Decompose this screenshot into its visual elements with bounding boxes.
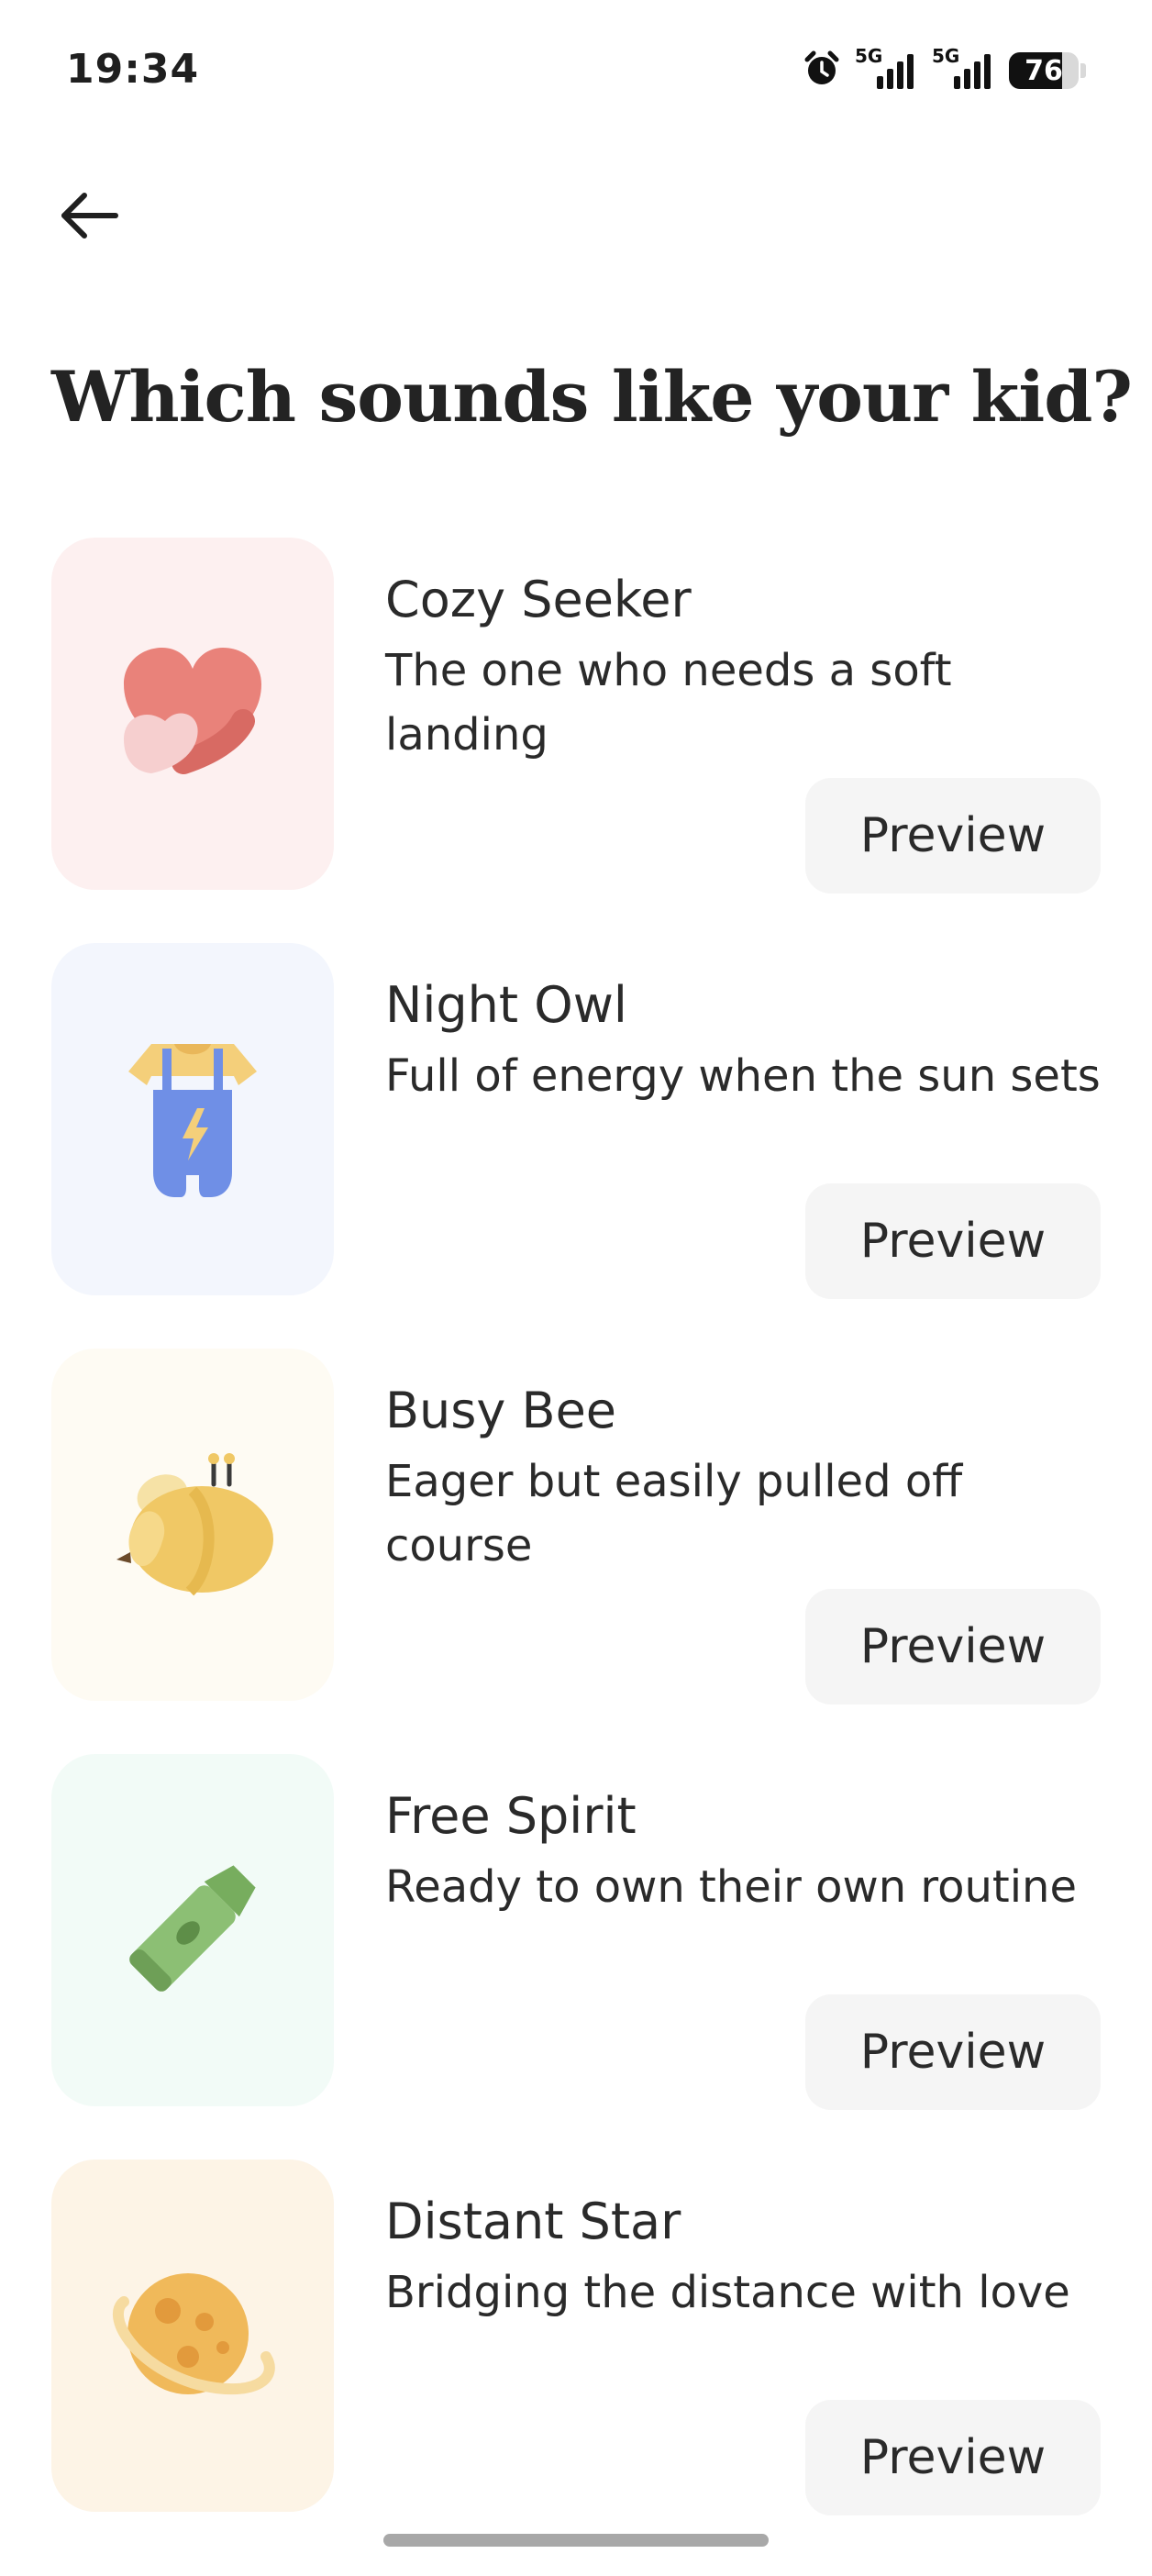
crayon-icon [115,1850,271,2010]
profile-title: Night Owl [385,976,627,1034]
overalls-icon [124,1030,261,1208]
profile-card-cozy-seeker[interactable]: Cozy Seeker The one who needs a soft lan… [51,538,1101,894]
battery-icon: 76 [1009,51,1086,90]
status-bar: 19:34 5G 5G 76 [0,0,1152,147]
profile-title: Busy Bee [385,1382,617,1439]
battery-level: 76 [1025,54,1063,87]
planet-icon [105,2256,280,2415]
preview-button[interactable]: Preview [805,1994,1101,2110]
profile-thumbnail [51,1349,334,1701]
profile-title: Cozy Seeker [385,571,692,628]
page-title: Which sounds like your kid? [51,356,1133,438]
profile-thumbnail [51,1754,334,2106]
preview-button[interactable]: Preview [805,1183,1101,1299]
back-button[interactable] [48,176,130,259]
arrow-left-icon [57,188,121,247]
signal-5g-icon: 5G [932,45,996,91]
profile-description: Bridging the distance with love [385,2267,1070,2318]
profile-card-free-spirit[interactable]: Free Spirit Ready to own their own routi… [51,1754,1101,2110]
profile-thumbnail [51,943,334,1295]
status-icons: 5G 5G 76 [802,45,1086,94]
preview-button[interactable]: Preview [805,778,1101,894]
signal-5g-icon: 5G [855,45,919,91]
profile-card-night-owl[interactable]: Night Owl Full of energy when the sun se… [51,943,1101,1299]
profile-description: Eager but easily pulled off course [385,1456,963,1571]
profile-description: Ready to own their own routine [385,1861,1078,1913]
home-indicator[interactable] [383,2534,769,2547]
status-time: 19:34 [66,46,200,93]
preview-button[interactable]: Preview [805,1589,1101,1704]
preview-button[interactable]: Preview [805,2400,1101,2515]
profile-thumbnail [51,2160,334,2512]
profile-title: Free Spirit [385,1787,637,1845]
profile-card-distant-star[interactable]: Distant Star Bridging the distance with … [51,2160,1101,2515]
profile-thumbnail [51,538,334,890]
bee-icon [105,1449,280,1600]
heart-hands-icon [105,634,280,794]
profile-card-busy-bee[interactable]: Busy Bee Eager but easily pulled off cou… [51,1349,1101,1704]
profile-title: Distant Star [385,2193,681,2250]
profile-description: The one who needs a soft landing [385,645,952,761]
alarm-icon [802,49,842,93]
profile-description: Full of energy when the sun sets [385,1050,1101,1102]
